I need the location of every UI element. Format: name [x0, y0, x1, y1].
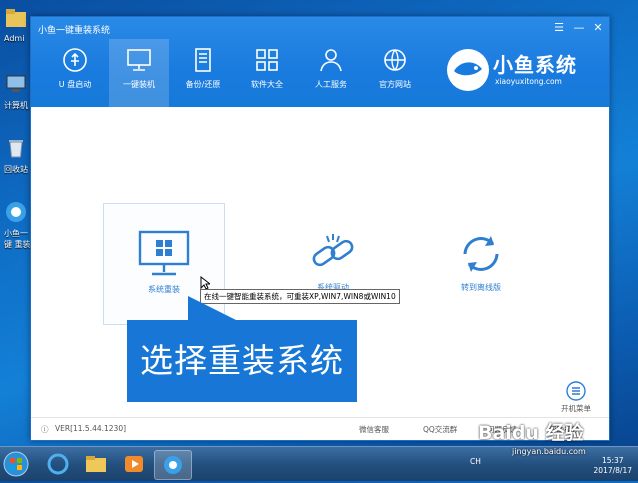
version-label: VER[11.5.44.1230] [55, 424, 127, 433]
server-backup-icon [195, 48, 211, 72]
tab-label: 备份/还原 [185, 80, 221, 89]
taskbar-media-player[interactable] [116, 450, 152, 478]
taskbar-ie[interactable] [40, 450, 76, 478]
folder-icon [86, 456, 106, 472]
banner-pointer [188, 296, 236, 320]
card-label: 转到离线版 [461, 283, 501, 292]
xiaoyu-app-icon [164, 456, 182, 474]
windows-start-icon [3, 451, 29, 477]
minimize-button[interactable]: — [571, 20, 587, 36]
clock-date: 2017/8/17 [593, 466, 632, 475]
tab-label: U 盘启动 [58, 80, 92, 89]
link-wechat-support[interactable]: 微信客服 [359, 424, 389, 435]
user-folder-icon [6, 9, 26, 27]
baidu-watermark: Baidu 经验 [478, 422, 584, 444]
computer-icon [6, 75, 26, 92]
recycle-bin-icon [9, 140, 23, 158]
grid-apps-icon [256, 49, 278, 71]
tab-label: 软件大全 [251, 80, 283, 89]
tab-manual-service[interactable]: 人工服务 [301, 39, 361, 107]
tab-one-click-install[interactable]: 一键装机 [109, 39, 169, 107]
taskbar-explorer[interactable] [78, 450, 114, 478]
tab-label: 官方网站 [379, 80, 411, 89]
brand-name: 小鱼系统 [493, 53, 577, 77]
clock-time: 15:37 [601, 456, 624, 465]
annotation-banner: 选择重装系统 [127, 320, 357, 402]
globe-icon [384, 49, 406, 71]
tab-backup-restore[interactable]: 备份/还原 [173, 39, 233, 107]
boot-menu-label: 开机菜单 [561, 404, 591, 413]
ime-indicator[interactable]: CH [470, 457, 481, 466]
brand-logo: 小鱼系统 xiaoyuxitong.com [445, 47, 595, 97]
window-title: 小鱼一键重装系统 [38, 26, 111, 36]
close-button[interactable]: ✕ [590, 20, 606, 36]
card-offline-version[interactable]: 转到离线版 [431, 202, 531, 322]
mouse-cursor-icon [200, 276, 210, 290]
settings-menu-button[interactable]: ☰ [551, 20, 567, 36]
card-system-driver[interactable]: 系统驱动 [283, 202, 383, 322]
broken-link-icon [312, 234, 354, 267]
tab-official-site[interactable]: 官方网站 [365, 39, 425, 107]
start-button[interactable] [2, 450, 32, 478]
system-clock[interactable]: 15:37 2017/8/17 [594, 456, 632, 476]
taskbar-xiaoyu-app[interactable] [154, 450, 192, 480]
tab-label: 人工服务 [315, 80, 347, 89]
usb-icon [63, 48, 87, 72]
link-qq-group[interactable]: QQ交流群 [423, 424, 457, 435]
xiaoyu-app-icon [6, 202, 26, 222]
person-service-icon [320, 49, 342, 72]
boot-menu-button[interactable]: 开机菜单 [561, 381, 591, 414]
refresh-arrows-icon [463, 236, 499, 272]
tab-label: 一键装机 [123, 80, 155, 89]
tab-usb-boot[interactable]: U 盘启动 [45, 39, 105, 107]
fish-logo-icon [447, 49, 489, 91]
tab-software[interactable]: 软件大全 [237, 39, 297, 107]
watermark-url: jingyan.baidu.com [512, 447, 586, 456]
monitor-icon [127, 49, 151, 71]
list-menu-icon [566, 381, 586, 401]
internet-explorer-icon [47, 453, 69, 475]
media-player-icon [125, 456, 143, 472]
windows-monitor-icon [138, 230, 190, 276]
info-icon: ⓘ [41, 425, 49, 434]
title-bar: 小鱼一键重装系统 ☰ — ✕ U 盘启动 一键装机 备份/还原 软件大全 人工服… [31, 17, 609, 107]
brand-url: xiaoyuxitong.com [495, 77, 562, 86]
